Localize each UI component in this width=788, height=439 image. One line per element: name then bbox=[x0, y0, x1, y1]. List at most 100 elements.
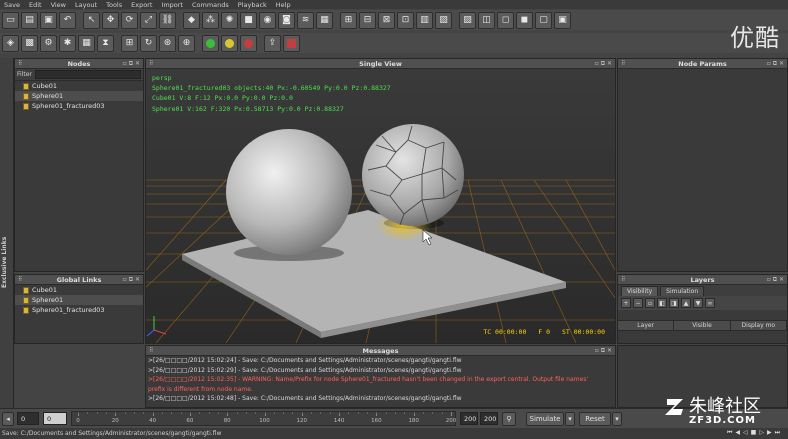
shelf-f-icon[interactable]: ⧗ bbox=[97, 34, 114, 52]
render-icon[interactable] bbox=[283, 34, 300, 52]
move-icon[interactable]: ✥ bbox=[102, 11, 119, 29]
shelf-j-icon[interactable]: ⊕ bbox=[178, 34, 195, 52]
menu-view[interactable]: View bbox=[51, 1, 66, 9]
panel-controls-icon[interactable]: ▫ ⧉ ✕ bbox=[767, 276, 784, 284]
shelf-g-icon[interactable]: ⊞ bbox=[121, 34, 138, 52]
panel-grip-icon[interactable]: ⠿ bbox=[621, 60, 625, 67]
panel-controls-icon[interactable]: ▫ ⧉ ✕ bbox=[123, 276, 140, 284]
undo-icon[interactable]: ↶ bbox=[59, 11, 76, 29]
view-f-icon[interactable]: ▣ bbox=[554, 11, 571, 29]
global-item-cube01[interactable]: Cube01 bbox=[15, 285, 143, 295]
menu-tools[interactable]: Tools bbox=[106, 1, 122, 9]
tool-e-icon[interactable]: ▥ bbox=[416, 11, 433, 29]
global-item-sphere01-fractured03[interactable]: Sphere01_fractured03 bbox=[15, 305, 143, 315]
rotate-icon[interactable]: ⟳ bbox=[121, 11, 138, 29]
panel-grip-icon[interactable]: ⠿ bbox=[621, 276, 625, 283]
watermark-top: 优酷 bbox=[730, 24, 780, 52]
panel-controls-icon[interactable]: ▫ ⧉ ✕ bbox=[123, 60, 140, 68]
panel-controls-icon[interactable]: ▫ ⧉ ✕ bbox=[767, 60, 784, 68]
emitter-icon[interactable]: ✺ bbox=[221, 11, 238, 29]
3d-viewport[interactable]: persp Sphere01_fractured03 objects:40 Px… bbox=[146, 70, 615, 343]
export-icon[interactable]: ⇪ bbox=[264, 34, 281, 52]
remove-layer-icon[interactable]: − bbox=[633, 298, 643, 308]
range-end-field[interactable]: 200 bbox=[480, 412, 498, 425]
panel-grip-icon[interactable]: ⠿ bbox=[18, 276, 22, 283]
wave-icon[interactable]: ≋ bbox=[297, 11, 314, 29]
filter-input[interactable] bbox=[34, 70, 141, 79]
mesh-icon[interactable]: ▦ bbox=[316, 11, 333, 29]
open-scene-icon[interactable]: ▤ bbox=[21, 11, 38, 29]
timeline-ruler[interactable]: 0 20 40 60 80 100 120 140 160 180 200 bbox=[71, 411, 456, 426]
shelf-h-icon[interactable]: ↻ bbox=[140, 34, 157, 52]
camera-icon[interactable]: ◙ bbox=[278, 11, 295, 29]
menu-playback[interactable]: Playback bbox=[238, 1, 267, 9]
menu-save[interactable]: Save bbox=[4, 1, 20, 9]
select-icon[interactable]: ↖ bbox=[83, 11, 100, 29]
panel-grip-icon[interactable]: ⠿ bbox=[18, 60, 22, 67]
rigid-body-icon[interactable]: ■ bbox=[240, 11, 257, 29]
shelf-b-icon[interactable]: ▩ bbox=[21, 34, 38, 52]
tool-b-icon[interactable]: ⊟ bbox=[359, 11, 376, 29]
node-item-sphere01[interactable]: Sphere01 bbox=[15, 91, 143, 101]
red-light-icon[interactable] bbox=[240, 34, 257, 52]
tool-d-icon[interactable]: ⊡ bbox=[397, 11, 414, 29]
global-item-sphere01[interactable]: Sphere01 bbox=[15, 295, 143, 305]
shelf-e-icon[interactable]: ▦ bbox=[78, 34, 95, 52]
menu-commands[interactable]: Commands bbox=[192, 1, 229, 9]
green-light-icon[interactable] bbox=[202, 34, 219, 52]
shelf-c-icon[interactable]: ⚙ bbox=[40, 34, 57, 52]
end-frame-field[interactable]: 200 bbox=[460, 412, 478, 425]
menu-edit[interactable]: Edit bbox=[29, 1, 42, 9]
current-frame-field[interactable]: 0 bbox=[43, 412, 67, 425]
layer-up-icon[interactable]: ▲ bbox=[681, 298, 691, 308]
shelf-i-icon[interactable]: ⊛ bbox=[159, 34, 176, 52]
tool-f-icon[interactable]: ▧ bbox=[435, 11, 452, 29]
tool-a-icon[interactable]: ⊞ bbox=[340, 11, 357, 29]
column-layer[interactable]: Layer bbox=[618, 321, 675, 330]
simulate-button[interactable]: Simulate bbox=[526, 411, 564, 426]
menu-help[interactable]: Help bbox=[276, 1, 291, 9]
view-b-icon[interactable]: ◫ bbox=[478, 11, 495, 29]
column-visible[interactable]: Visible bbox=[674, 321, 731, 330]
menu-import[interactable]: Import bbox=[161, 1, 183, 9]
menu-export[interactable]: Export bbox=[131, 1, 152, 9]
link-icon[interactable]: ⛓ bbox=[159, 11, 176, 29]
tab-visibility[interactable]: Visibility bbox=[621, 286, 659, 296]
daemon-icon[interactable]: ◉ bbox=[259, 11, 276, 29]
view-a-icon[interactable]: ▨ bbox=[459, 11, 476, 29]
tool-c-icon[interactable]: ⊠ bbox=[378, 11, 395, 29]
panel-grip-icon[interactable]: ⠿ bbox=[149, 347, 153, 354]
reset-button[interactable]: Reset bbox=[579, 411, 611, 426]
layer-link-icon[interactable]: ∞ bbox=[705, 298, 715, 308]
panel-controls-icon[interactable]: ▫ ⧉ ✕ bbox=[595, 60, 612, 68]
panel-controls-icon[interactable]: ▫ ⧉ ✕ bbox=[595, 347, 612, 355]
start-frame-field[interactable]: 0 bbox=[17, 412, 39, 425]
view-d-icon[interactable]: ◼ bbox=[516, 11, 533, 29]
yellow-light-icon[interactable] bbox=[221, 34, 238, 52]
simulate-options-icon[interactable]: ▾ bbox=[565, 411, 575, 426]
reset-options-icon[interactable]: ▾ bbox=[612, 411, 622, 426]
view-c-icon[interactable]: ◻ bbox=[497, 11, 514, 29]
add-layer-icon[interactable]: + bbox=[621, 298, 631, 308]
shelf-a-icon[interactable]: ◈ bbox=[2, 34, 19, 52]
node-item-cube01[interactable]: Cube01 bbox=[15, 81, 143, 91]
scale-icon[interactable]: ⤢ bbox=[140, 11, 157, 29]
shelf-d-icon[interactable]: ✱ bbox=[59, 34, 76, 52]
particles-icon[interactable]: ⁂ bbox=[202, 11, 219, 29]
timeline-menu-icon[interactable]: ◂ bbox=[2, 411, 14, 426]
node-item-sphere01-fractured03[interactable]: Sphere01_fractured03 bbox=[15, 101, 143, 111]
column-display-mode[interactable]: Display mo bbox=[731, 321, 787, 330]
save-scene-icon[interactable]: ▣ bbox=[40, 11, 57, 29]
view-e-icon[interactable]: ▢ bbox=[535, 11, 552, 29]
layer-merge-icon[interactable]: ◧ bbox=[657, 298, 667, 308]
menu-layout[interactable]: Layout bbox=[75, 1, 97, 9]
layer-options-icon[interactable]: ▫ bbox=[645, 298, 655, 308]
import-object-icon[interactable]: ◆ bbox=[183, 11, 200, 29]
new-scene-icon[interactable]: ▭ bbox=[2, 11, 19, 29]
layer-split-icon[interactable]: ◨ bbox=[669, 298, 679, 308]
panel-grip-icon[interactable]: ⠿ bbox=[149, 60, 153, 67]
keyframe-icon[interactable]: ⚲ bbox=[502, 411, 516, 426]
layer-down-icon[interactable]: ▼ bbox=[693, 298, 703, 308]
tab-simulation[interactable]: Simulation bbox=[660, 286, 705, 296]
layer-tools: + − ▫ ◧ ◨ ▲ ▼ ∞ bbox=[618, 296, 787, 310]
